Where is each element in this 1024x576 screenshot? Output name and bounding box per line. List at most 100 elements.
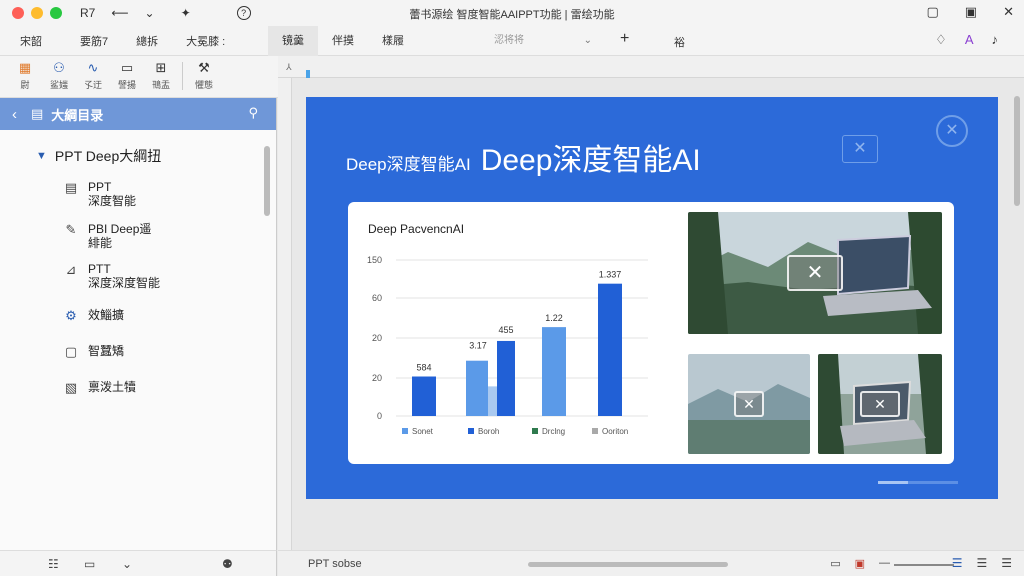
outline-item-6[interactable]: ▧ 禀泼土犢 bbox=[62, 380, 136, 396]
ribbon-tabs: 镜羹 伴摸 樣履 bbox=[268, 26, 418, 56]
theme-icon[interactable]: ⚉ bbox=[222, 557, 233, 571]
outline-item-5[interactable]: ▢ 智蠶矯 bbox=[62, 344, 124, 360]
outline-item-2[interactable]: ✎ PBI Deep遥 緋能 bbox=[62, 222, 152, 250]
tab-2[interactable]: 伴摸 bbox=[318, 26, 368, 56]
chevron-down-icon[interactable]: ⌄ bbox=[122, 557, 132, 571]
horizontal-ruler: ⅄ bbox=[278, 56, 1024, 78]
canvas-scrollbar[interactable] bbox=[1014, 96, 1020, 206]
y-tick-label: 150 bbox=[367, 255, 382, 265]
laptop-photo-large[interactable]: ✕ bbox=[688, 212, 942, 334]
shape-icon[interactable]: ♢ bbox=[935, 32, 947, 48]
tab-1[interactable]: 镜羹 bbox=[268, 26, 318, 56]
grid-icon: ⊞ bbox=[155, 60, 167, 75]
chevron-down-icon[interactable]: ⌄ bbox=[145, 6, 155, 20]
outline-item-3[interactable]: ⊿ PTT 深度深度智能 bbox=[62, 262, 160, 290]
toolbar-tool-4[interactable]: ▭ 譬揚 bbox=[110, 56, 144, 91]
list-view-icon[interactable]: ☷ bbox=[48, 557, 59, 571]
toolbar-tool-5[interactable]: ⊞ 鳵盂 bbox=[144, 56, 178, 91]
data-label: 1.337 bbox=[599, 270, 622, 280]
style-select[interactable]: 涊将将 ⌄ bbox=[488, 32, 598, 50]
image-placeholder-icon[interactable]: ✕ bbox=[842, 135, 878, 163]
edit-icon: ✎ bbox=[65, 222, 77, 237]
user-icon: ⚇ bbox=[53, 60, 65, 75]
ruler-origin-icon: ⅄ bbox=[286, 62, 292, 72]
outline-item-label: 智蠶矯 bbox=[88, 344, 125, 358]
outline-root-label: PPT Deep大綱扭 bbox=[54, 148, 162, 164]
menu-right-tools: ♢ A ♪ bbox=[935, 32, 998, 48]
outline-root-node[interactable]: ▼ PPT Deep大綱扭 bbox=[36, 146, 161, 166]
outline-view-icon[interactable]: ☰ bbox=[976, 556, 987, 570]
chart-card[interactable]: Deep PacvencnAI 0 20 20 60 150 584 3.17 455 1.22… bbox=[348, 202, 954, 464]
tool-label: 孓迂 bbox=[83, 80, 102, 90]
minimize-window-button[interactable] bbox=[31, 7, 43, 19]
normal-view-icon[interactable]: ▭ bbox=[830, 557, 840, 570]
data-label: 3.17 bbox=[469, 341, 487, 351]
menu-item-3[interactable]: 總拆 bbox=[136, 33, 158, 49]
image-placeholder-icon: ✕ bbox=[734, 391, 764, 417]
audio-icon[interactable]: ♪ bbox=[992, 32, 999, 48]
outline-item-4[interactable]: ⚙ 效鯔擴 bbox=[62, 308, 124, 324]
ruler-indent-marker[interactable] bbox=[306, 70, 310, 78]
toolbar-tool-1[interactable]: ▦ 尉 bbox=[8, 56, 42, 91]
toolbar-tool-6[interactable]: ⚒ 懼態 bbox=[187, 56, 221, 91]
text-color-icon[interactable]: A bbox=[965, 32, 974, 48]
menu-item-2[interactable]: 要筋7 bbox=[80, 33, 108, 49]
sidebar-footer: ☷ ▭ ⌄ ⚉ bbox=[0, 550, 277, 576]
outline-toolbar: ▦ 尉 ⚇ 鲨媸 ∿ 孓迂 ▭ 譬揚 ⊞ 鳵盂 ⚒ 懼態 bbox=[0, 56, 278, 98]
menu-misc-item[interactable]: 裕 bbox=[674, 34, 685, 50]
titlebar-left-tools: R7 ⟵ ⌄ ✦ ? bbox=[80, 6, 251, 20]
help-icon[interactable]: ? bbox=[236, 6, 251, 20]
outline-item-label: PBI Deep遥 緋能 bbox=[88, 222, 152, 250]
title-bar: R7 ⟵ ⌄ ✦ ? 蕾书源绘 智度智能AAIPPT功能 | 雷绘功能 ▢ ▣ … bbox=[0, 0, 1024, 26]
menu-item-1[interactable]: 宋韶 bbox=[20, 33, 42, 49]
restore-icon[interactable]: ▢ bbox=[927, 4, 939, 20]
tool-label: 懼態 bbox=[194, 80, 213, 90]
wave-icon: ∿ bbox=[87, 60, 99, 75]
legend-swatch bbox=[592, 428, 598, 434]
toolbar-tool-3[interactable]: ∿ 孓迂 bbox=[76, 56, 110, 91]
notes-icon[interactable]: ☰ bbox=[952, 556, 963, 570]
image-placeholder-icon: ✕ bbox=[787, 255, 843, 291]
outline-item-1[interactable]: ▤ PPT 深度智能 bbox=[62, 180, 136, 208]
y-tick-label: 60 bbox=[372, 293, 382, 303]
close-icon[interactable]: ✕ bbox=[1003, 4, 1014, 20]
zoom-slider[interactable] bbox=[894, 564, 954, 566]
sidebar-scrollbar[interactable] bbox=[264, 146, 270, 216]
laptop-photo-small[interactable]: ✕ bbox=[818, 354, 942, 454]
horizontal-scrollbar[interactable] bbox=[528, 562, 728, 567]
tab-3[interactable]: 樣履 bbox=[368, 26, 418, 56]
style-select-value: 涊将将 bbox=[494, 35, 524, 46]
legend-label: Drclng bbox=[542, 427, 565, 436]
plugin-icon[interactable]: ✦ bbox=[181, 6, 191, 20]
add-icon[interactable]: + bbox=[620, 30, 629, 48]
outline-doc-icon: ▤ bbox=[31, 106, 44, 121]
page-view-icon[interactable]: ▭ bbox=[84, 557, 95, 571]
menu-icon[interactable]: ☰ bbox=[1001, 556, 1012, 570]
menu-item-4[interactable]: 大冕膝 : bbox=[186, 33, 225, 49]
status-right-icons: ☰ ☰ ☰ bbox=[952, 556, 1012, 570]
search-icon[interactable]: ⚲ bbox=[248, 105, 258, 121]
back-chevron-icon[interactable]: ‹ bbox=[12, 106, 17, 123]
close-window-button[interactable] bbox=[12, 7, 24, 19]
zoom-out-icon[interactable]: — bbox=[879, 557, 890, 570]
chart-bar bbox=[542, 327, 566, 416]
toolbar-divider bbox=[182, 62, 183, 90]
outline-item-label: PPT 深度智能 bbox=[88, 180, 137, 208]
slide[interactable]: Deep深度智能AI Deep深度智能AI ✕ ✕ Deep PacvencnA… bbox=[306, 97, 998, 499]
file-icon: ▧ bbox=[64, 380, 78, 395]
outline-item-label: 效鯔擴 bbox=[88, 308, 125, 322]
legend-label: Boroh bbox=[478, 427, 499, 436]
maximize-icon[interactable]: ▣ bbox=[965, 4, 977, 20]
landscape-photo[interactable]: ✕ bbox=[688, 354, 810, 454]
zoom-window-button[interactable] bbox=[50, 7, 62, 19]
sidebar-toggle-icon[interactable]: R7 bbox=[80, 6, 95, 20]
chevron-down-icon[interactable]: ▼ bbox=[36, 150, 47, 162]
slide-title[interactable]: Deep深度智能AI Deep深度智能AI bbox=[346, 135, 701, 179]
data-label: 1.22 bbox=[545, 313, 563, 323]
back-arrow-icon[interactable]: ⟵ bbox=[111, 6, 128, 20]
toolbar-tool-2[interactable]: ⚇ 鲨媸 bbox=[42, 56, 76, 91]
slide-sorter-icon[interactable]: ▣ bbox=[855, 557, 865, 570]
close-circle-icon[interactable]: ✕ bbox=[936, 115, 968, 147]
outline-item-label: 禀泼土犢 bbox=[88, 380, 137, 394]
window-traffic-lights bbox=[12, 7, 62, 19]
